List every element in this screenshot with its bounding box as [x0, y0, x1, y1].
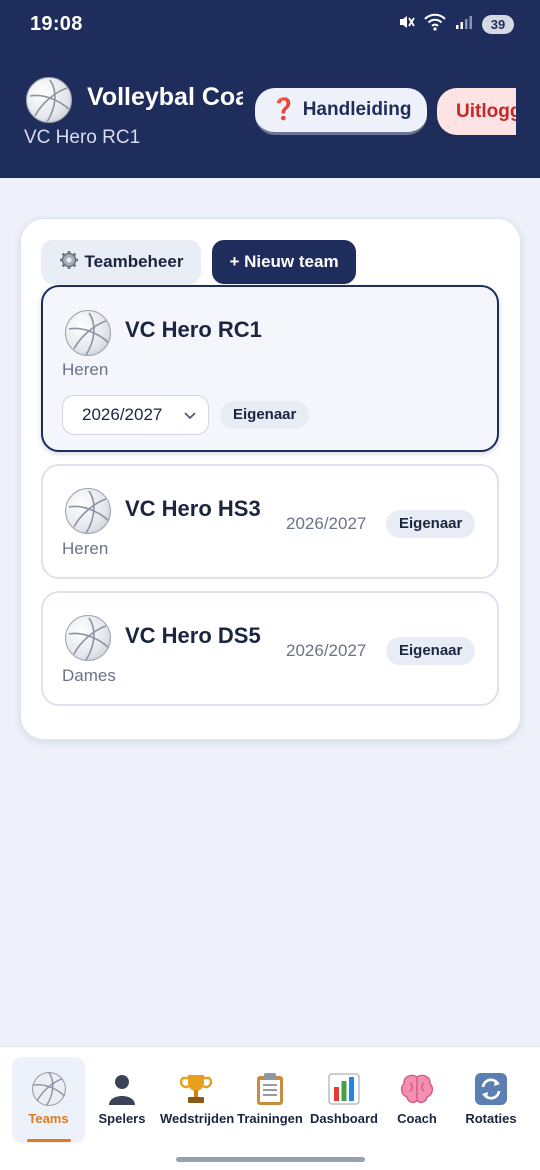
nav-label: Coach — [397, 1111, 437, 1126]
status-icons: 39 — [397, 13, 514, 35]
status-time: 19:08 — [30, 13, 83, 35]
team-season: 2026/2027 — [286, 514, 367, 533]
status-bar: 19:08 39 — [0, 0, 540, 50]
teambeheer-button[interactable]: Teambeheer — [41, 240, 201, 284]
current-team-subtitle: VC Hero RC1 — [24, 127, 141, 148]
nav-spelers[interactable]: Spelers — [86, 1057, 158, 1143]
nav-dashboard[interactable]: Dashboard — [308, 1057, 380, 1143]
app-header: 19:08 39 Volleybal Coa VC Hero RC1 ❓ Han… — [0, 0, 540, 178]
new-team-button[interactable]: + Nieuw team — [212, 240, 356, 284]
nav-trainingen[interactable]: Trainingen — [234, 1057, 306, 1143]
nav-label: Teams — [28, 1111, 69, 1126]
bottom-nav: Teams Spelers Wedstrijden Trainingen Das… — [0, 1046, 540, 1170]
rotate-icon — [473, 1071, 509, 1107]
chevron-down-icon — [183, 397, 197, 449]
role-badge: Eigenaar — [220, 401, 310, 429]
team-season: 2026/2027 — [286, 641, 367, 660]
volleyball-icon — [65, 310, 111, 356]
team-card-rc1[interactable]: VC Hero RC1 Heren 2026/2027 Eigenaar — [41, 285, 499, 452]
home-indicator[interactable] — [176, 1157, 365, 1162]
mute-icon — [397, 13, 415, 35]
logout-button[interactable]: Uitlogg — [437, 88, 516, 135]
nav-label: Wedstrijden — [160, 1111, 235, 1126]
team-gender: Heren — [62, 360, 109, 379]
team-card-hs3[interactable]: VC Hero HS3 Heren 2026/2027 Eigenaar — [41, 464, 499, 579]
team-card-ds5[interactable]: VC Hero DS5 Dames 2026/2027 Eigenaar — [41, 591, 499, 706]
team-gender: Dames — [62, 666, 116, 685]
nav-rotaties[interactable]: Rotaties — [455, 1057, 527, 1143]
season-select-value: 2026/2027 — [82, 405, 163, 424]
app-title: Volleybal Coa — [87, 83, 243, 111]
nav-label: Spelers — [98, 1111, 146, 1126]
team-name: VC Hero DS5 — [125, 623, 261, 648]
nav-label: Dashboard — [310, 1111, 378, 1126]
wifi-icon — [424, 13, 446, 35]
team-name: VC Hero HS3 — [125, 496, 261, 521]
bar-chart-icon — [326, 1071, 362, 1107]
team-name: VC Hero RC1 — [125, 317, 262, 342]
brain-icon — [399, 1071, 435, 1107]
nav-teams[interactable]: Teams — [12, 1057, 85, 1143]
season-select[interactable]: 2026/2027 — [62, 395, 209, 435]
person-icon — [104, 1071, 140, 1107]
trophy-icon — [178, 1071, 214, 1107]
nav-wedstrijden[interactable]: Wedstrijden — [160, 1057, 235, 1143]
nav-label: Trainingen — [237, 1111, 303, 1126]
volleyball-logo-icon — [26, 77, 72, 123]
battery-indicator: 39 — [482, 14, 514, 34]
question-icon: ❓ — [270, 98, 297, 121]
nav-label: Rotaties — [465, 1111, 517, 1126]
teambeheer-label: Teambeheer — [84, 252, 184, 271]
gear-icon — [59, 250, 79, 275]
active-indicator — [27, 1139, 71, 1142]
signal-icon — [455, 14, 473, 34]
role-badge: Eigenaar — [386, 637, 476, 665]
nav-coach[interactable]: Coach — [381, 1057, 453, 1143]
role-badge: Eigenaar — [386, 510, 476, 538]
help-button[interactable]: ❓ Handleiding — [255, 88, 427, 135]
clipboard-icon — [252, 1071, 288, 1107]
volleyball-icon — [65, 488, 111, 534]
team-gender: Heren — [62, 539, 109, 558]
volleyball-icon — [31, 1071, 67, 1107]
volleyball-icon — [65, 615, 111, 661]
help-label: Handleiding — [302, 99, 412, 120]
